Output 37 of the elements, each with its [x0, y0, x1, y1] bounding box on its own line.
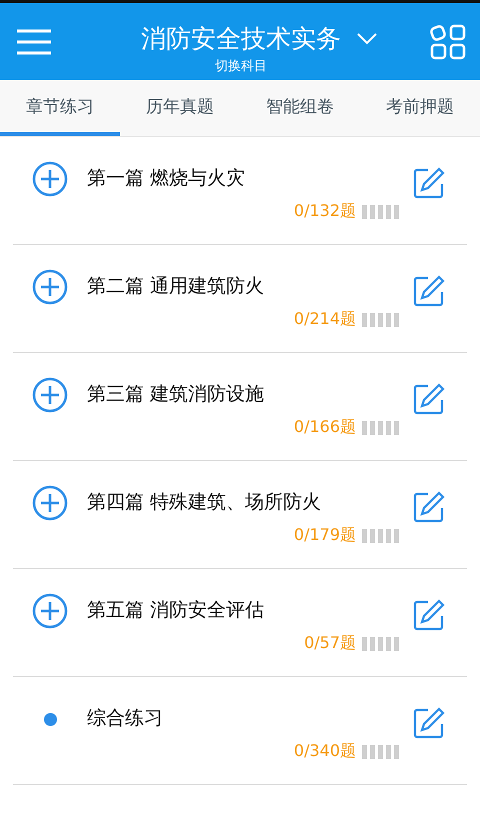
menu-icon[interactable]: [16, 28, 52, 54]
progress-bar: [362, 744, 399, 758]
edit-icon[interactable]: [413, 275, 445, 307]
expand-plus-icon[interactable]: [32, 485, 68, 521]
question-count: 0/179题: [294, 525, 356, 546]
question-count: 0/57题: [304, 633, 356, 654]
tab[interactable]: 考前押题: [360, 80, 480, 136]
chapter-title[interactable]: 第四篇 特殊建筑、场所防火: [87, 489, 403, 515]
chapter-title[interactable]: 综合练习: [87, 705, 403, 731]
edit-icon[interactable]: [413, 599, 445, 631]
progress-bar: [362, 420, 399, 434]
chapter-title[interactable]: 第五篇 消防安全评估: [87, 597, 403, 623]
question-count: 0/340题: [294, 741, 356, 762]
edit-icon[interactable]: [413, 167, 445, 199]
chapter-title[interactable]: 第二篇 通用建筑防火: [87, 273, 403, 299]
bullet-dot: [44, 712, 56, 726]
edit-icon[interactable]: [413, 707, 445, 739]
tab[interactable]: 章节练习: [0, 80, 120, 136]
expand-plus-icon[interactable]: [32, 161, 68, 197]
expand-plus-icon[interactable]: [32, 593, 68, 629]
progress-bar: [362, 636, 399, 650]
chapter-title[interactable]: 第三篇 建筑消防设施: [87, 381, 403, 407]
edit-icon[interactable]: [413, 491, 445, 523]
progress-bar: [362, 204, 399, 218]
tab[interactable]: 历年真题: [120, 80, 240, 136]
tab[interactable]: 智能组卷: [240, 80, 360, 136]
expand-plus-icon[interactable]: [32, 377, 68, 413]
question-count: 0/132题: [294, 201, 356, 222]
progress-bar: [362, 528, 399, 542]
grid-icon[interactable]: [430, 24, 466, 60]
progress-bar: [362, 312, 399, 326]
chapter-title[interactable]: 第一篇 燃烧与火灾: [87, 165, 403, 191]
expand-plus-icon[interactable]: [32, 269, 68, 305]
chevron-down-icon[interactable]: [357, 32, 377, 44]
question-count: 0/214题: [294, 309, 356, 330]
question-count: 0/166题: [294, 417, 356, 438]
edit-icon[interactable]: [413, 383, 445, 415]
